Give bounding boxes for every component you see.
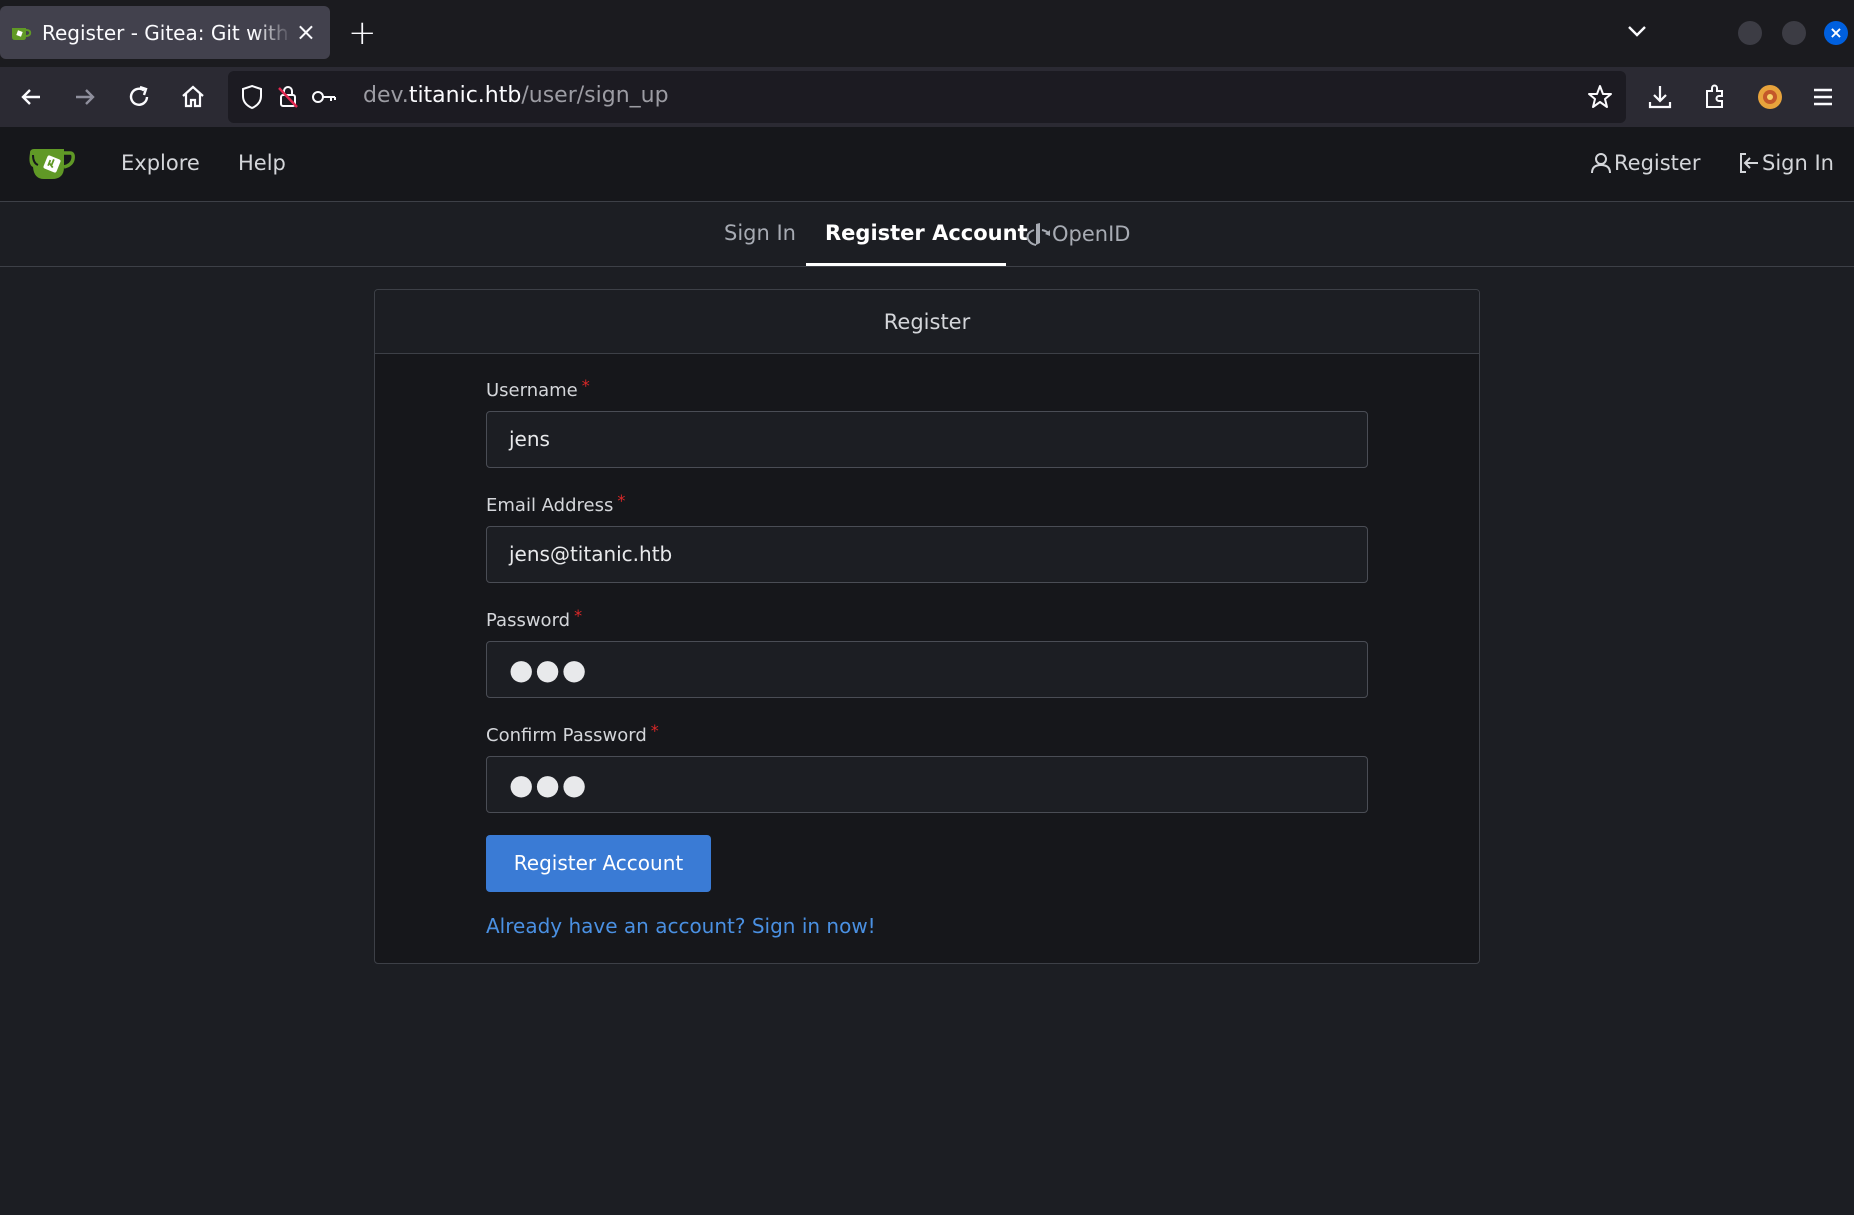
confirm-password-label-text: Confirm Password	[486, 725, 647, 746]
url-prefix: dev.	[363, 83, 409, 108]
active-tab-indicator	[806, 263, 1006, 266]
form-title: Register	[375, 290, 1479, 354]
password-label-text: Password	[486, 610, 571, 631]
header-register-label: Register	[1614, 151, 1701, 175]
header-signin-link[interactable]: Sign In	[1738, 151, 1834, 175]
username-label-text: Username	[486, 380, 578, 401]
auth-tabs: Sign In Register Account OpenID	[0, 203, 1854, 267]
required-mark: *	[581, 376, 590, 395]
profile-icon[interactable]	[1755, 82, 1785, 112]
gitea-navbar: Explore Help Register Sign In	[0, 127, 1854, 202]
extensions-icon[interactable]	[1700, 82, 1730, 112]
required-mark: *	[574, 606, 583, 625]
shield-icon[interactable]	[238, 83, 266, 111]
required-mark: *	[617, 491, 626, 510]
insecure-lock-icon[interactable]	[274, 83, 302, 111]
reload-icon[interactable]	[124, 82, 154, 112]
close-window-button[interactable]: ×	[1824, 21, 1848, 45]
nav-help[interactable]: Help	[238, 151, 286, 175]
sign-in-icon	[1740, 153, 1758, 173]
tab-close-icon[interactable]: ×	[296, 18, 316, 46]
openid-icon	[1026, 223, 1050, 246]
star-icon[interactable]	[1586, 83, 1614, 111]
browser-tab-strip: Register - Gitea: Git with a cup of tea …	[0, 0, 1854, 67]
register-form-card: Register Username * jens Email Address * j…	[374, 289, 1480, 964]
tab-openid-label: OpenID	[1052, 222, 1131, 246]
email-input[interactable]: jens@titanic.htb	[486, 526, 1368, 583]
user-icon	[1591, 153, 1611, 174]
header-signin-label: Sign In	[1762, 151, 1834, 175]
header-register-link[interactable]: Register	[1590, 151, 1700, 175]
username-input[interactable]: jens	[486, 411, 1368, 468]
sign-in-now-link[interactable]: Already have an account? Sign in now!	[486, 914, 876, 938]
maximize-button[interactable]	[1782, 21, 1806, 45]
hamburger-menu-icon[interactable]	[1808, 82, 1838, 112]
required-mark: *	[650, 721, 659, 740]
url-host: titanic.htb	[408, 83, 522, 108]
tab-sign-in[interactable]: Sign In	[724, 221, 796, 245]
url-bar[interactable]: dev.titanic.htb/user/sign_up	[228, 71, 1626, 123]
email-label: Email Address *	[486, 491, 625, 516]
gitea-favicon-icon	[12, 27, 32, 40]
username-label: Username *	[486, 376, 590, 401]
tab-register-account[interactable]: Register Account	[825, 221, 1028, 245]
new-tab-button[interactable]: +	[348, 14, 377, 52]
forward-arrow-icon[interactable]	[70, 82, 100, 112]
browser-tab[interactable]: Register - Gitea: Git with a cup of tea …	[0, 6, 330, 59]
password-label: Password *	[486, 606, 582, 631]
register-account-button[interactable]: Register Account	[486, 835, 711, 892]
minimize-button[interactable]	[1738, 21, 1762, 45]
download-icon[interactable]	[1645, 82, 1675, 112]
back-arrow-icon[interactable]	[16, 82, 46, 112]
nav-explore[interactable]: Explore	[121, 151, 200, 175]
tab-title: Register - Gitea: Git with a cup of tea	[42, 20, 292, 45]
key-icon[interactable]	[310, 83, 338, 111]
gitea-logo-icon[interactable]	[28, 145, 76, 183]
password-input[interactable]: ●●●	[486, 641, 1368, 698]
email-label-text: Email Address	[486, 495, 614, 516]
home-icon[interactable]	[178, 82, 208, 112]
confirm-password-label: Confirm Password *	[486, 721, 659, 746]
browser-toolbar: dev.titanic.htb/user/sign_up	[0, 67, 1854, 127]
url-text[interactable]: dev.titanic.htb/user/sign_up	[363, 83, 669, 108]
url-path: /user/sign_up	[521, 83, 669, 108]
confirm-password-input[interactable]: ●●●	[486, 756, 1368, 813]
tab-openid[interactable]: OpenID	[1024, 221, 1130, 247]
chevron-down-icon[interactable]	[1624, 18, 1650, 44]
